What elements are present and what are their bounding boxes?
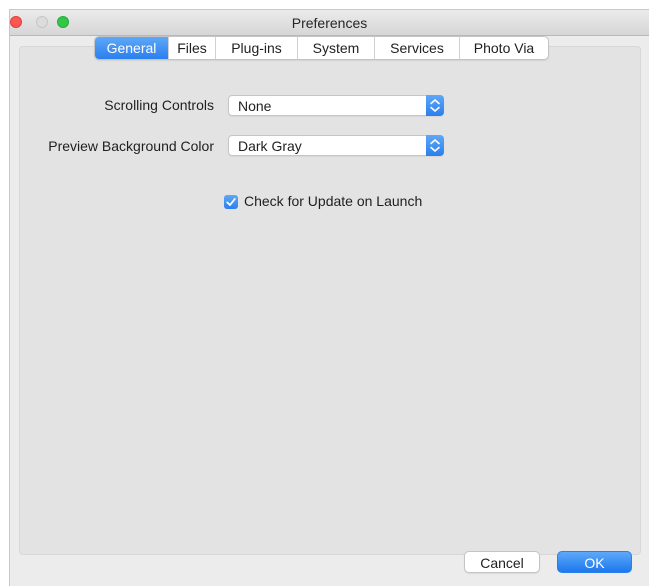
chevron-up-down-icon — [430, 99, 440, 112]
check-update-checkbox[interactable] — [224, 195, 238, 209]
title-bar: Preferences — [10, 10, 649, 36]
tab-services[interactable]: Services — [375, 37, 460, 59]
preview-background-select[interactable]: Dark Gray — [228, 135, 444, 156]
popup-stepper-icon — [426, 135, 444, 156]
scrolling-controls-value: None — [238, 98, 272, 114]
tab-files[interactable]: Files — [169, 37, 216, 59]
preview-background-value: Dark Gray — [238, 138, 302, 154]
preferences-panel — [19, 46, 641, 555]
window-title: Preferences — [291, 15, 368, 31]
check-update-label[interactable]: Check for Update on Launch — [244, 193, 422, 209]
cancel-button[interactable]: Cancel — [464, 551, 540, 573]
scrolling-controls-label: Scrolling Controls — [104, 97, 214, 113]
preferences-tab-bar: General Files Plug-ins System Services P… — [94, 36, 549, 60]
tab-photo-via[interactable]: Photo Via — [460, 37, 548, 59]
preferences-window: Preferences General Files Plug-ins Syste… — [9, 9, 649, 586]
chevron-up-down-icon — [430, 139, 440, 152]
tab-plug-ins[interactable]: Plug-ins — [216, 37, 298, 59]
scrolling-controls-select[interactable]: None — [228, 95, 444, 116]
tab-general[interactable]: General — [95, 37, 169, 59]
checkmark-icon — [226, 198, 236, 206]
preview-background-label: Preview Background Color — [48, 138, 214, 154]
tab-system[interactable]: System — [298, 37, 375, 59]
popup-stepper-icon — [426, 95, 444, 116]
ok-button[interactable]: OK — [557, 551, 632, 573]
